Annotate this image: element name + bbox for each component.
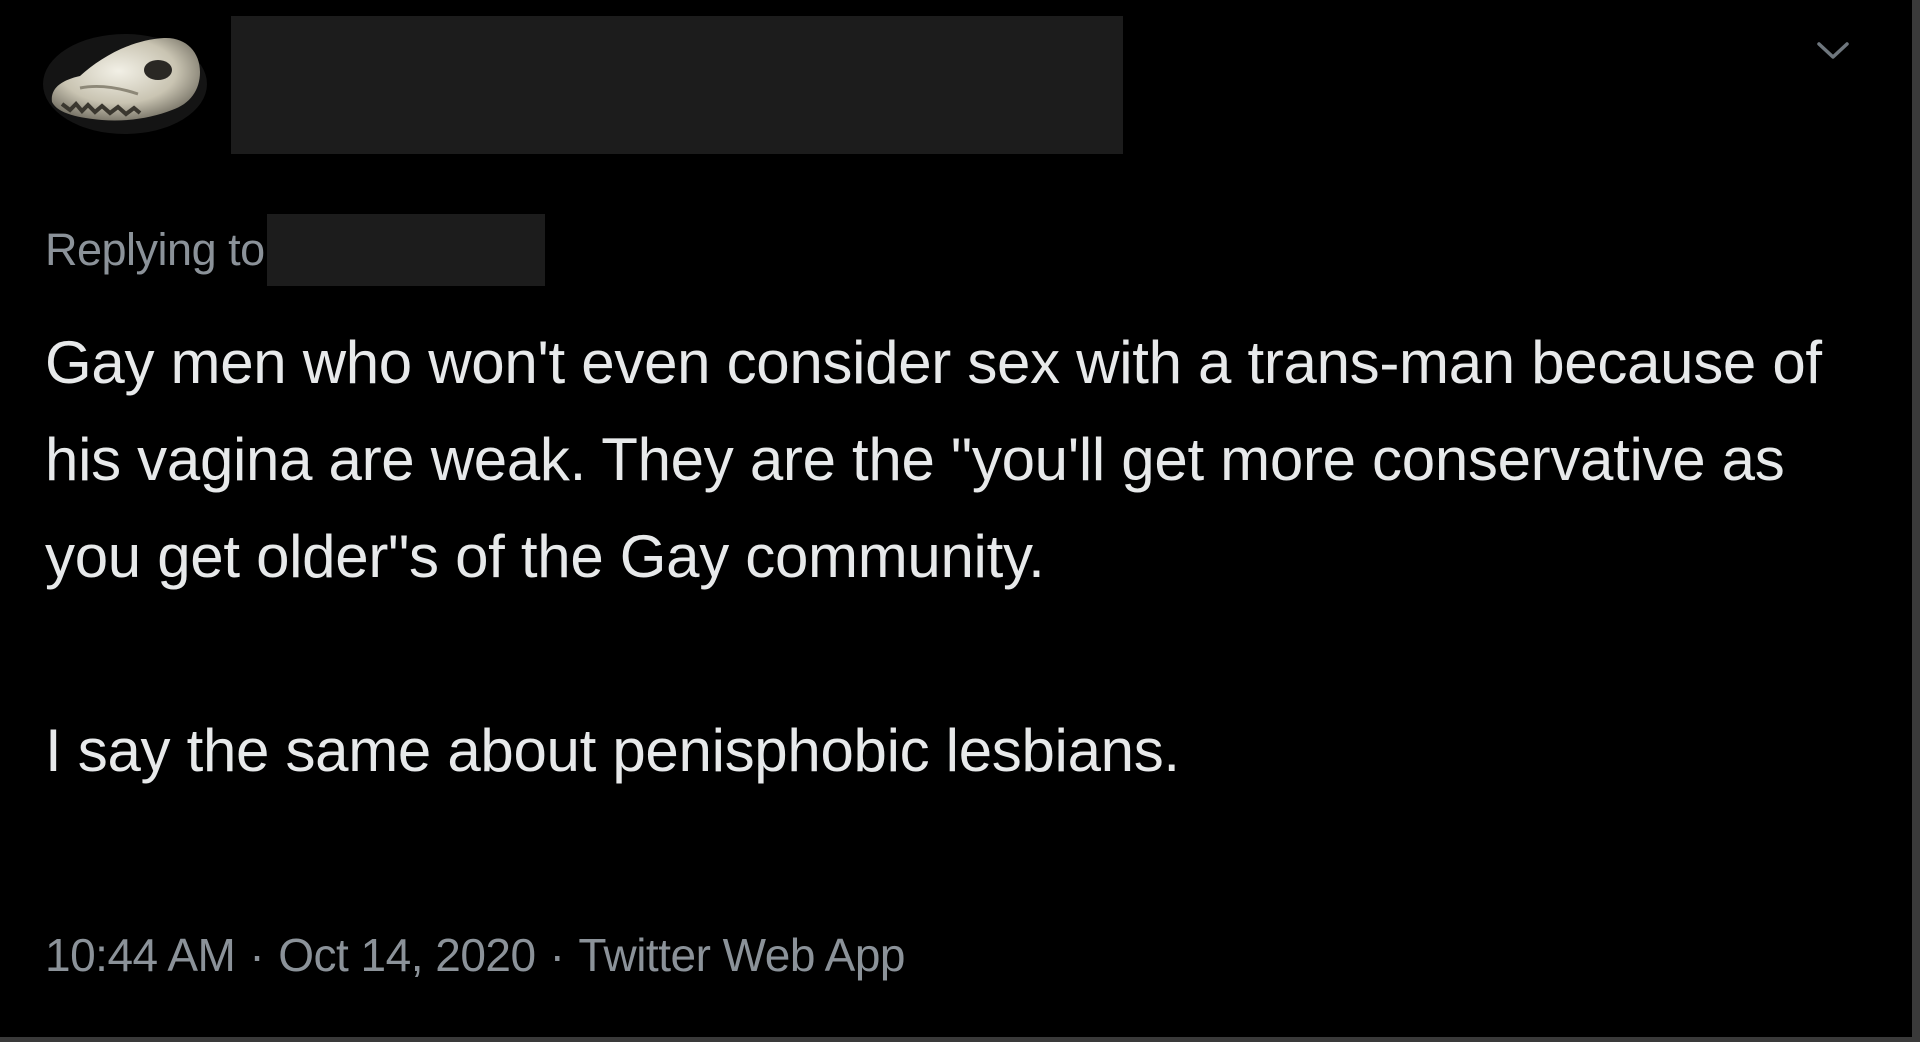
author-avatar[interactable]	[40, 18, 210, 140]
chevron-down-icon	[1817, 42, 1849, 59]
tweet-paragraph: I say the same about penisphobic lesbian…	[45, 717, 1180, 784]
separator-dot: ·	[249, 929, 265, 981]
redacted-author-name	[231, 16, 1123, 154]
tweet-card: Replying to Gay men who won't even consi…	[0, 0, 1920, 1042]
more-options-button[interactable]	[1808, 34, 1858, 68]
tweet-source[interactable]: Twitter Web App	[578, 929, 905, 981]
tweet-paragraph: Gay men who won't even consider sex with…	[45, 329, 1822, 590]
redacted-reply-handle[interactable]	[266, 214, 545, 286]
tweet-metadata: 10:44 AM · Oct 14, 2020 · Twitter Web App	[45, 928, 906, 982]
separator-dot: ·	[549, 929, 565, 981]
animal-skull-avatar-icon	[43, 34, 207, 134]
replying-to-label: Replying to	[45, 224, 265, 275]
tweet-time[interactable]: 10:44 AM	[45, 929, 236, 981]
tweet-text: Gay men who won't even consider sex with…	[45, 314, 1865, 799]
replying-to-line: Replying to	[45, 214, 545, 286]
tweet-date[interactable]: Oct 14, 2020	[278, 929, 536, 981]
